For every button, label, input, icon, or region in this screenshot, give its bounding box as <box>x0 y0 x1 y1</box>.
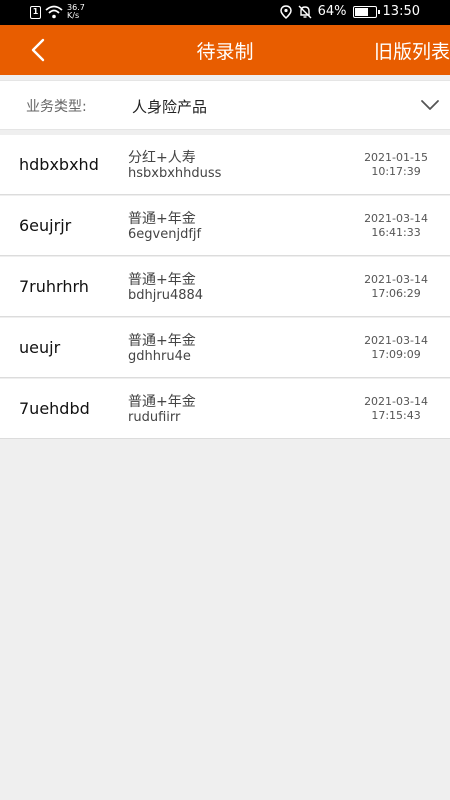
mute-bell-icon <box>298 5 312 18</box>
record-name: 7ruhrhrh <box>19 277 89 296</box>
sim-icon: 1 <box>30 5 41 19</box>
record-date: 2021-03-14 <box>364 212 428 225</box>
record-date: 2021-03-14 <box>364 273 428 286</box>
business-type-filter[interactable]: 业务类型: 人身险产品 <box>0 80 450 130</box>
record-datetime: 2021-03-14 17:15:43 <box>364 395 428 423</box>
network-speed: 36.7 K/s <box>67 4 89 20</box>
record-type: 普通+年金 <box>128 211 196 227</box>
list-item[interactable]: 7uehdbd 普通+年金 rudufiirr 2021-03-14 17:15… <box>0 379 450 439</box>
old-list-button[interactable]: 旧版列表 <box>374 37 450 64</box>
nav-bar: 待录制 旧版列表 <box>0 25 450 75</box>
record-time: 17:09:09 <box>371 348 421 361</box>
record-name: 7uehdbd <box>19 399 90 418</box>
business-type-value[interactable]: 人身险产品 <box>132 96 207 117</box>
record-type: 分红+人寿 <box>128 150 196 166</box>
record-name: 6eujrjr <box>19 216 72 235</box>
business-type-label: 业务类型: <box>26 99 87 115</box>
record-code: bdhjru4884 <box>128 288 204 303</box>
record-code: rudufiirr <box>128 410 181 425</box>
record-name: ueujr <box>19 338 61 357</box>
record-type: 普通+年金 <box>128 394 196 410</box>
status-bar: 1 36.7 K/s 64% 13:50 <box>0 0 450 25</box>
record-date: 2021-03-14 <box>364 395 428 408</box>
record-time: 16:41:33 <box>371 226 421 239</box>
record-type: 普通+年金 <box>128 333 196 349</box>
record-code: 6egvenjdfjf <box>128 227 202 242</box>
list-item[interactable]: 7ruhrhrh 普通+年金 bdhjru4884 2021-03-14 17:… <box>0 257 450 317</box>
network-speed-unit: K/s <box>67 11 80 20</box>
list-item[interactable]: ueujr 普通+年金 gdhhru4e 2021-03-14 17:09:09 <box>0 318 450 378</box>
battery-percent: 64% <box>317 4 347 19</box>
record-date: 2021-03-14 <box>364 334 428 347</box>
record-time: 17:15:43 <box>371 409 421 422</box>
wifi-icon <box>45 5 63 19</box>
chevron-down-icon[interactable] <box>420 95 440 115</box>
record-datetime: 2021-03-14 17:09:09 <box>364 334 428 362</box>
record-code: hsbxbxhhduss <box>128 166 222 181</box>
record-code: gdhhru4e <box>128 349 191 364</box>
record-datetime: 2021-03-14 17:06:29 <box>364 273 428 301</box>
record-type: 普通+年金 <box>128 272 196 288</box>
location-icon <box>279 4 292 19</box>
battery-icon <box>352 5 380 18</box>
record-datetime: 2021-01-15 10:17:39 <box>364 151 428 179</box>
record-datetime: 2021-03-14 16:41:33 <box>364 212 428 240</box>
record-list: hdbxbxhd 分红+人寿 hsbxbxhhduss 2021-01-15 1… <box>0 135 450 440</box>
clock: 13:50 <box>382 4 420 19</box>
record-time: 17:06:29 <box>371 287 421 300</box>
list-item[interactable]: hdbxbxhd 分红+人寿 hsbxbxhhduss 2021-01-15 1… <box>0 135 450 195</box>
record-time: 10:17:39 <box>371 165 421 178</box>
list-item[interactable]: 6eujrjr 普通+年金 6egvenjdfjf 2021-03-14 16:… <box>0 196 450 256</box>
record-date: 2021-01-15 <box>364 151 428 164</box>
record-name: hdbxbxhd <box>19 155 99 174</box>
